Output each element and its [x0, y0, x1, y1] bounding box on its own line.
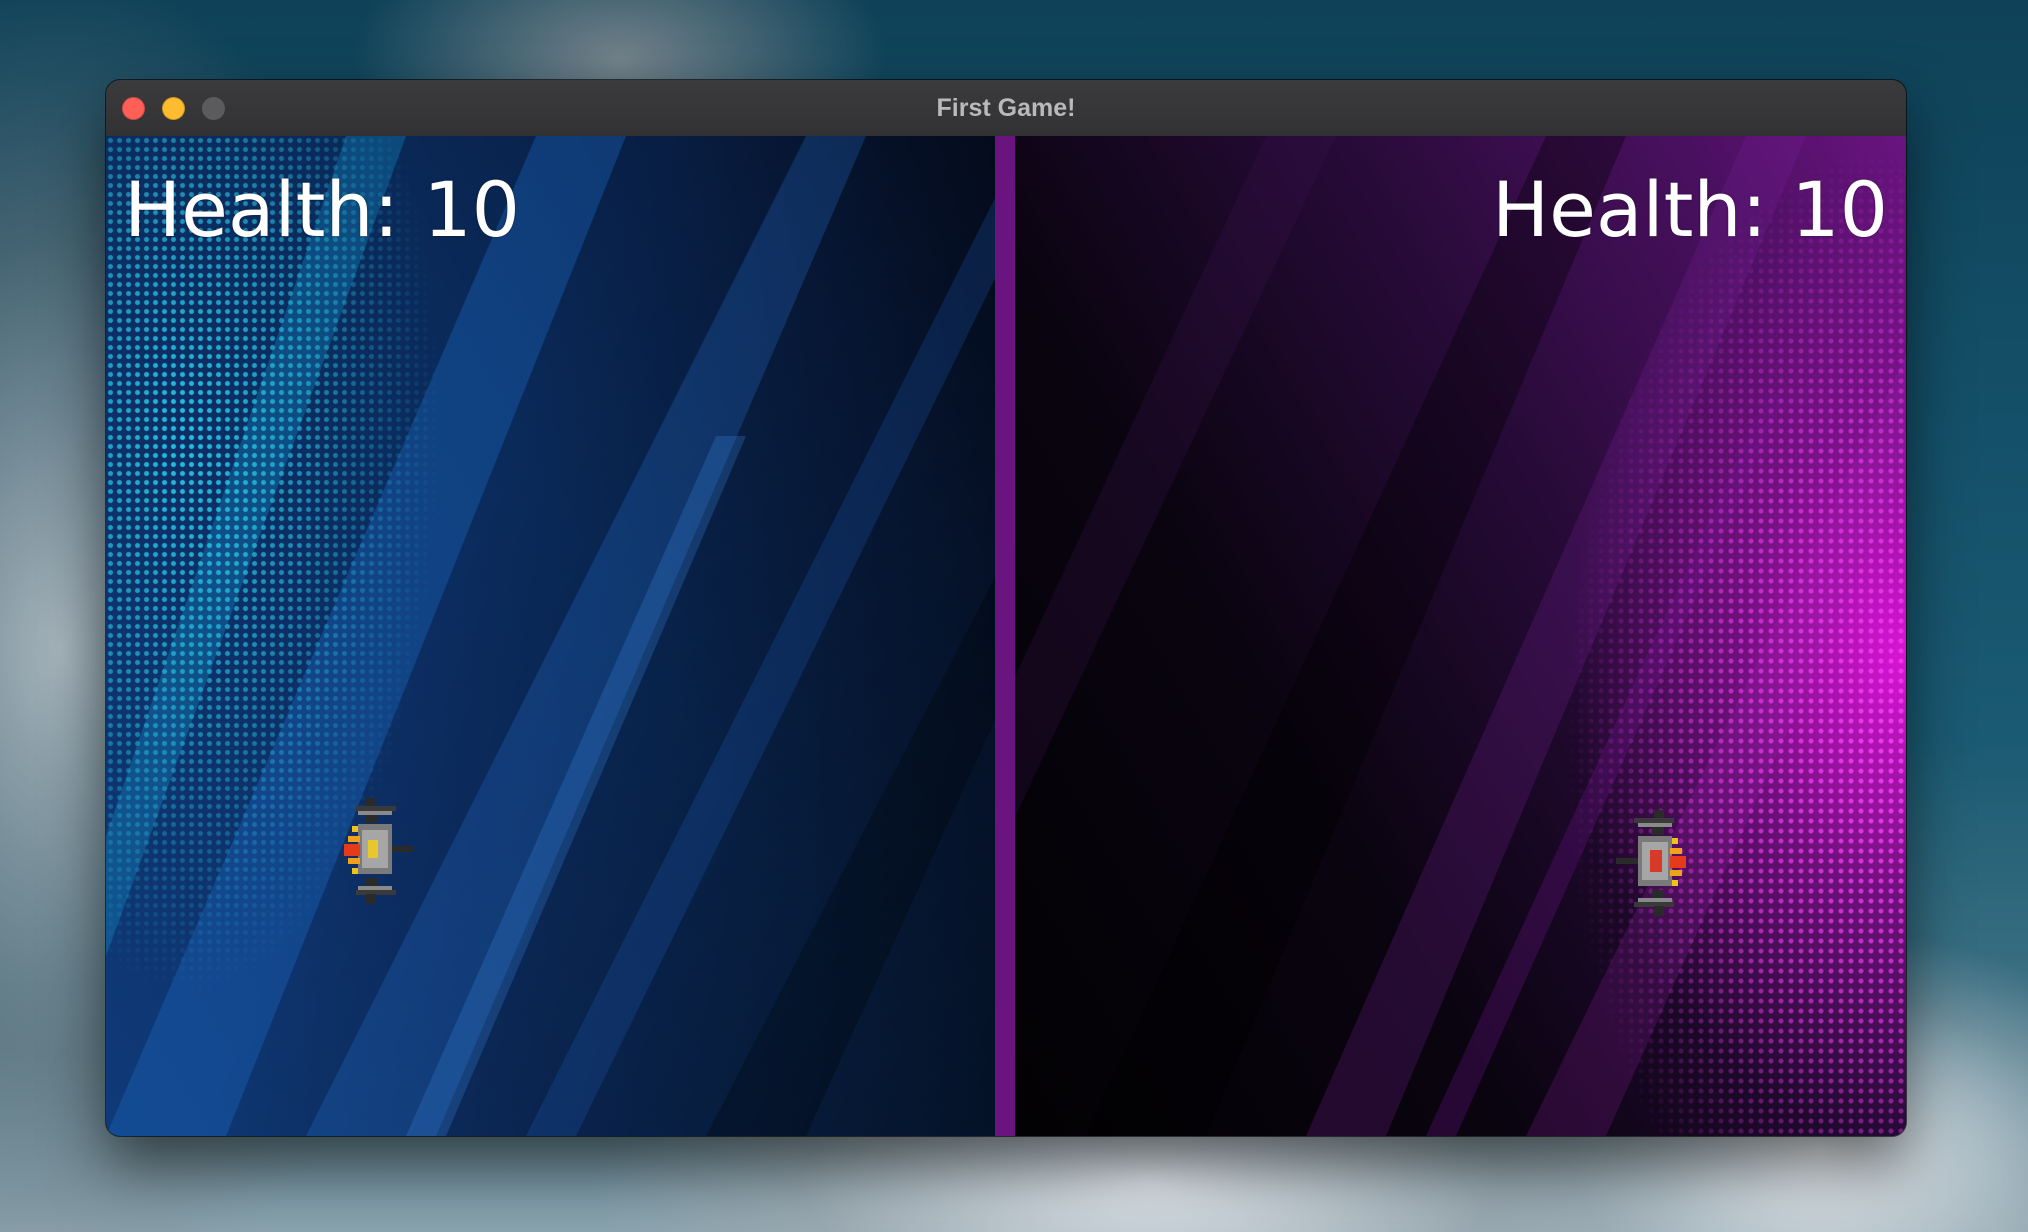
yellow-spaceship-icon[interactable] — [344, 796, 424, 906]
red-spaceship-icon[interactable] — [1606, 808, 1686, 918]
minimize-window-button[interactable] — [162, 97, 185, 120]
title-bar[interactable]: First Game! — [106, 80, 1906, 137]
left-arena — [106, 136, 1006, 1136]
game-window: First Game! Health: 10 Health: 10 — [106, 80, 1906, 1136]
window-title: First Game! — [936, 94, 1076, 122]
close-window-button[interactable] — [122, 97, 145, 120]
game-canvas[interactable]: Health: 10 Health: 10 — [106, 136, 1906, 1136]
right-halftone-dots — [1006, 136, 1906, 1136]
left-halftone-dots — [106, 136, 1006, 1136]
right-health-text: Health: 10 — [1491, 165, 1888, 254]
zoom-window-button[interactable] — [202, 97, 225, 120]
center-border — [995, 136, 1015, 1136]
left-health-text: Health: 10 — [124, 165, 521, 254]
right-arena — [1006, 136, 1906, 1136]
